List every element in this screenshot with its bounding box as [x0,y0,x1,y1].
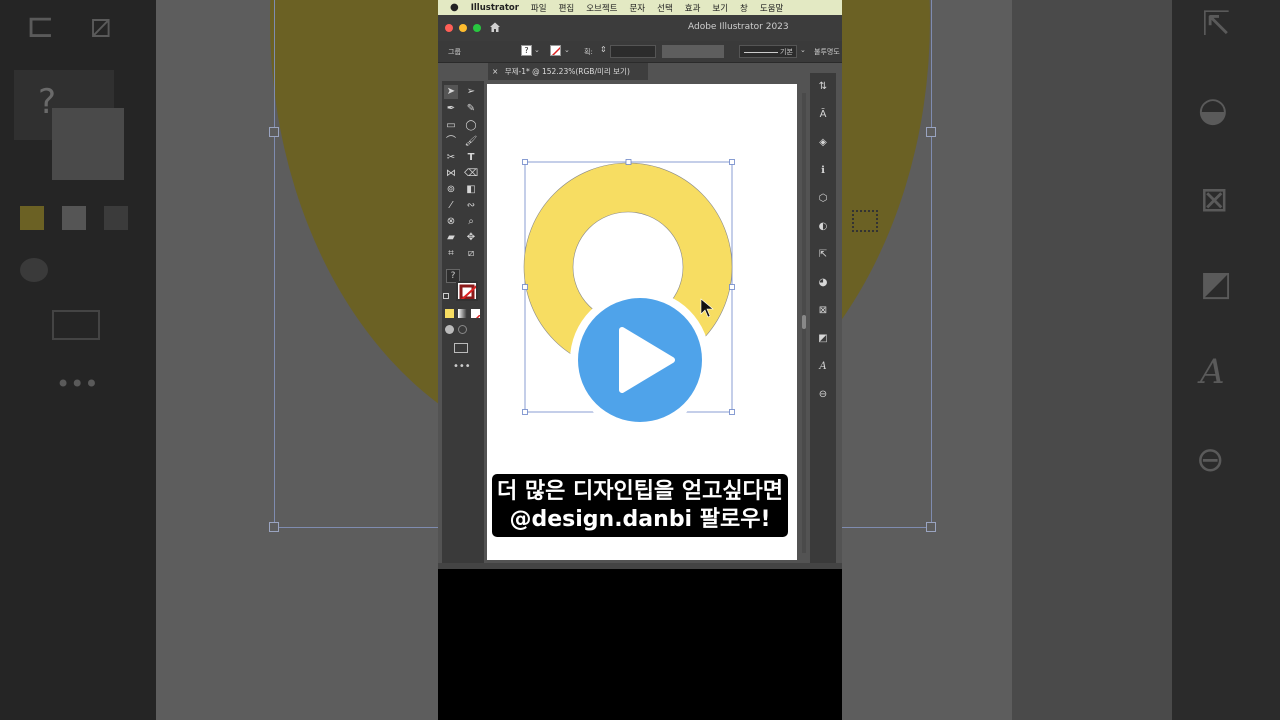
caption-line-2: @design.danbi 팔로우! [509,507,771,532]
caption-line-1: 더 많은 디자인팁을 얻고싶다면 [496,479,784,504]
window-titlebar: Adobe Illustrator 2023 [438,15,842,41]
menu-window[interactable]: 창 [740,2,748,14]
export-icon[interactable]: ⇱ [815,247,831,263]
stroke-none-icon[interactable] [550,45,561,56]
minimize-window-button[interactable] [459,24,467,32]
properties-icon[interactable]: ⇅ [815,79,831,95]
info-icon[interactable]: ℹ [815,163,831,179]
menu-object[interactable]: 오브젝트 [586,2,617,14]
blend-icon[interactable]: ∾ [464,199,478,213]
subtitle-caption: 더 많은 디자인팁을 얻고싶다면 @design.danbi 팔로우! [492,474,788,537]
scrollbar-thumb[interactable] [802,315,806,329]
glyphs-icon[interactable]: A [815,359,831,375]
gradient-mode-icon[interactable] [458,309,467,318]
menu-view[interactable]: 보기 [712,2,728,14]
menu-file[interactable]: 파일 [531,2,547,14]
stroke-style-select[interactable]: 기본 [739,45,797,58]
scissors-icon[interactable]: ✂ [444,151,458,165]
stroke-weight-field[interactable] [610,45,656,58]
default-colors-icon[interactable] [443,293,449,299]
color-mode-icon[interactable] [445,309,454,318]
close-tab-icon[interactable]: × [492,67,498,76]
links-icon[interactable]: ⊖ [815,387,831,403]
selection-type-label: 그룹 [448,48,461,56]
type-icon[interactable]: T [464,151,478,165]
rectangle-icon[interactable]: ▭ [444,119,458,133]
eraser-icon[interactable]: ⌫ [464,167,478,181]
zoom-window-button[interactable] [473,24,481,32]
image-trace-icon[interactable]: ⊠ [815,303,831,319]
menu-type[interactable]: 문자 [629,2,645,14]
play-button[interactable] [568,288,712,432]
stroke-color-icon[interactable] [456,281,478,301]
stroke-label: 획: [584,48,593,56]
pen-icon[interactable]: ✒ [444,102,458,116]
control-bar: 그룹 ? ⌄ ⌄ 획: ⇕ 기본 ⌄ 불투명도 [438,41,842,63]
direct-selection-icon[interactable]: ➢ [464,85,478,99]
apple-icon[interactable]: ● [450,2,459,13]
draw-behind-icon[interactable] [458,325,467,334]
symbol-sprayer-icon[interactable]: ⊗ [444,215,458,229]
window-title: Adobe Illustrator 2023 [688,22,789,32]
play-icon [570,290,710,430]
paintbrush-icon[interactable]: 🖌 [464,135,478,149]
3d-icon[interactable]: ⬡ [815,191,831,207]
crop-icon[interactable]: ⌗ [444,247,458,261]
vertical-scrollbar[interactable] [802,93,806,553]
curvature-icon[interactable]: ✎ [464,102,478,116]
shape-builder-icon[interactable]: ⊚ [444,183,458,197]
menu-edit[interactable]: 편집 [559,2,575,14]
close-window-button[interactable] [445,24,453,32]
panels-dock: ⇅ Ā ◈ ℹ ⬡ ◐ ⇱ ◕ ⊠ ◩ A ⊖ [810,73,836,568]
zoom-icon[interactable]: ⌕ [464,215,478,229]
none-mode-icon[interactable] [471,309,480,318]
menu-select[interactable]: 선택 [657,2,673,14]
chevron-down-icon[interactable]: ⌄ [534,46,540,54]
chevron-down-icon[interactable]: ⌄ [564,46,570,54]
symbols-icon[interactable]: ◩ [815,331,831,347]
artboard-icon: ⊏ [26,6,55,46]
screen: ⊏ ⧄ ? ••• ⇱ ◒ ⊠ ◩ A ⊖ ● Illustrator 파일 편… [0,0,1280,720]
appearance-icon[interactable]: ◈ [815,135,831,151]
artboard-tool-icon[interactable]: ⧄ [464,247,478,261]
character-style-icon[interactable]: Ā [815,107,831,123]
puppet-warp-icon[interactable]: ✥ [464,231,478,245]
screen-mode-icon[interactable] [454,343,468,353]
reflect-icon[interactable]: ⋈ [444,167,458,181]
tools-panel: ➤ ➢ ✒ ✎ ▭ ◯ ⌒ 🖌 ✂ T ⋈ ⌫ ⊚ ◧ ⁄ ∾ ⊗ ⌕ ▰ ✥ [442,81,484,568]
status-bar [438,563,842,569]
variable-width-field[interactable] [662,45,724,58]
gradient-icon[interactable]: ◧ [464,183,478,197]
document-tab-label: 무제-1* @ 152.23%(RGB/미리 보기) [504,67,630,76]
ellipse-icon[interactable]: ◯ [464,119,478,133]
fill-question-icon[interactable]: ? [521,45,532,56]
more-dots-icon: ••• [56,370,99,398]
opacity-label[interactable]: 불투명도 [814,47,840,57]
menu-app-name[interactable]: Illustrator [471,3,519,13]
draw-mode-icon[interactable] [445,325,454,334]
chevron-down-icon[interactable]: ⌄ [800,46,806,54]
color-guide-icon[interactable]: ◕ [815,275,831,291]
recording-panel: ● Illustrator 파일 편집 오브젝트 문자 선택 효과 보기 창 도… [438,0,842,720]
arc-icon[interactable]: ⌒ [444,135,458,149]
selection-tool-icon[interactable]: ➤ [444,85,458,99]
menu-help[interactable]: 도움말 [760,2,783,14]
graph-icon[interactable]: ▰ [444,231,458,245]
home-icon[interactable] [489,21,501,33]
document-tab[interactable]: × 무제-1* @ 152.23%(RGB/미리 보기) [488,63,648,80]
pathfinder-icon[interactable]: ◐ [815,219,831,235]
eyedropper-icon[interactable]: ⁄ [444,199,458,213]
mac-menubar: ● Illustrator 파일 편집 오브젝트 문자 선택 효과 보기 창 도… [438,0,842,15]
menu-effect[interactable]: 효과 [685,2,701,14]
artboard-tool-icon: ⧄ [90,6,112,46]
more-icon[interactable]: ••• [453,361,471,372]
stroke-style-label: 기본 [780,48,793,56]
stepper-icon[interactable]: ⇕ [600,45,607,54]
